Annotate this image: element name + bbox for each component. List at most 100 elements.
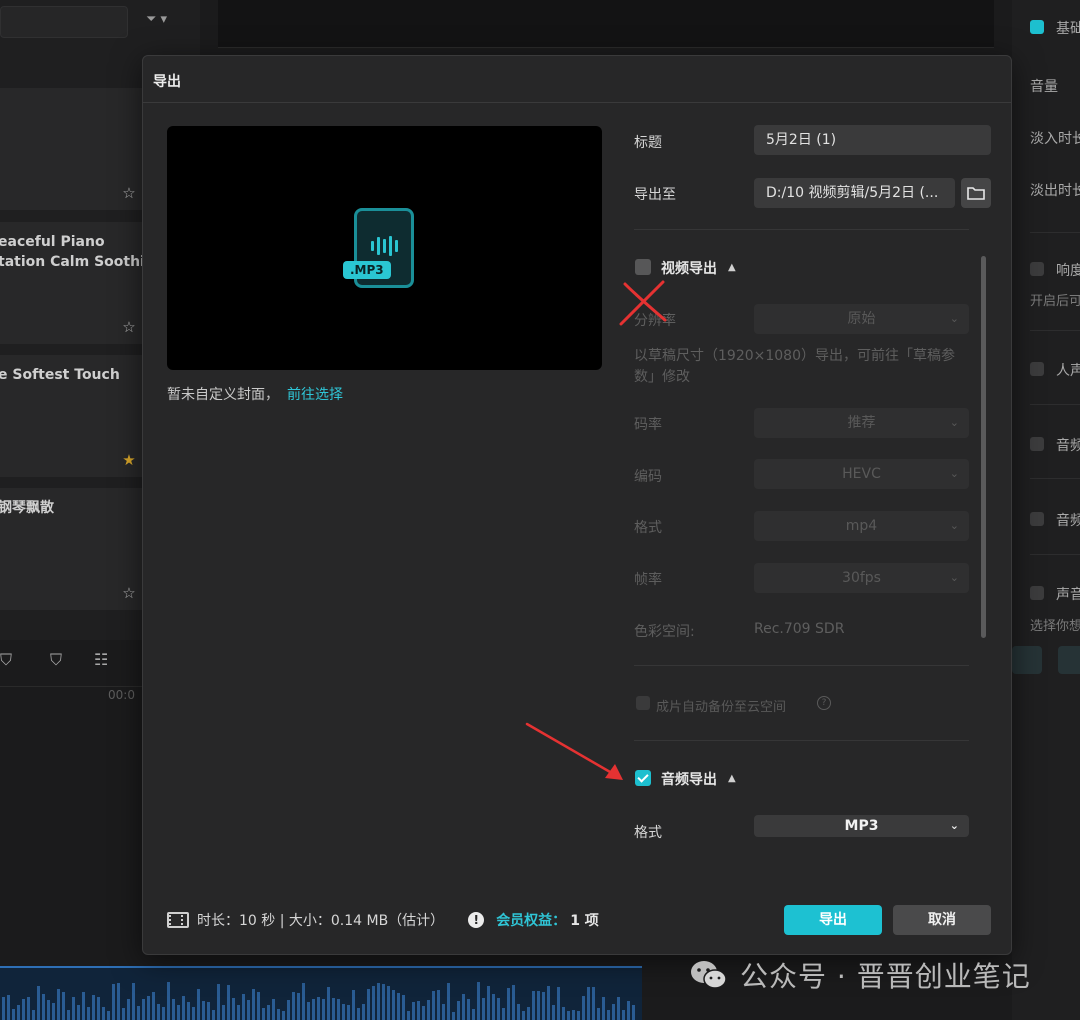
music-track-card[interactable]: ☆ bbox=[0, 88, 142, 210]
waveform-bar bbox=[252, 989, 255, 1020]
waveform-bar bbox=[232, 997, 235, 1020]
sound-label: 声音 bbox=[1056, 587, 1080, 603]
waveform-bar bbox=[612, 1003, 615, 1020]
audio-export-label: 音频导出 bbox=[661, 772, 717, 788]
fps-select[interactable]: 30fps ⌄ bbox=[754, 563, 969, 593]
video-export-checkbox[interactable] bbox=[635, 259, 651, 275]
sound-hint: 选择你想 bbox=[1030, 619, 1080, 634]
settings-scrollbar[interactable] bbox=[981, 256, 986, 638]
snap-icon[interactable] bbox=[1058, 646, 1080, 674]
waveform-bar bbox=[67, 1009, 70, 1020]
waveform-bar bbox=[617, 997, 620, 1020]
waveform-bar bbox=[342, 1004, 345, 1020]
shield-icon[interactable]: ⛉ bbox=[50, 650, 62, 670]
connect-icon[interactable] bbox=[1012, 646, 1042, 674]
title-label: 标题 bbox=[634, 135, 662, 151]
waveform-bar bbox=[382, 984, 385, 1020]
music-track-card[interactable]: e Softest Touch ★ bbox=[0, 355, 142, 477]
audio-option-checkbox[interactable] bbox=[1030, 437, 1044, 451]
fps-label: 帧率 bbox=[634, 572, 662, 588]
waveform-bar bbox=[542, 992, 545, 1020]
favorite-star-icon[interactable]: ☆ bbox=[120, 584, 138, 602]
audio-option-checkbox[interactable] bbox=[1030, 512, 1044, 526]
chevron-down-icon: ⌄ bbox=[949, 519, 959, 532]
volume-label: 音量 bbox=[1030, 79, 1058, 95]
resolution-hint: 以草稿尺寸（1920×1080）导出，可前往「草稿参数」修改 bbox=[634, 348, 955, 385]
browse-folder-button[interactable] bbox=[961, 178, 991, 208]
waveform-bar bbox=[97, 997, 100, 1020]
waveform-bar bbox=[587, 987, 590, 1020]
waveform-bar bbox=[197, 988, 200, 1020]
audio-option-label: 音频 bbox=[1056, 513, 1080, 529]
red-cross-annotation bbox=[619, 280, 667, 326]
dialog-title: 导出 bbox=[153, 74, 181, 90]
waveform-bar bbox=[242, 993, 245, 1020]
filter-dropdown[interactable]: ⏷ ▾ bbox=[146, 12, 167, 27]
cancel-button[interactable]: 取消 bbox=[893, 905, 991, 935]
codec-label: 编码 bbox=[634, 469, 662, 485]
video-format-select[interactable]: mp4 ⌄ bbox=[754, 511, 969, 541]
waveform-bar bbox=[547, 985, 550, 1020]
resolution-select[interactable]: 原始 ⌄ bbox=[754, 304, 969, 334]
waveform-bar bbox=[377, 982, 380, 1020]
waveform-bar bbox=[147, 995, 150, 1020]
chevron-down-icon: ⌄ bbox=[949, 312, 959, 325]
cover-preview[interactable]: .MP3 bbox=[167, 126, 602, 370]
waveform-bar bbox=[592, 986, 595, 1020]
divider bbox=[634, 229, 969, 230]
loudness-checkbox[interactable] bbox=[1030, 262, 1044, 276]
waveform-bar bbox=[212, 1009, 215, 1020]
favorite-star-icon[interactable]: ★ bbox=[120, 451, 138, 469]
voice-checkbox[interactable] bbox=[1030, 362, 1044, 376]
shield-split-icon[interactable]: ⛉ bbox=[0, 650, 12, 670]
export-path-input[interactable]: D:/10 视频剪辑/5月2日 (... bbox=[754, 178, 955, 208]
waveform-bar bbox=[357, 1008, 360, 1020]
codec-select[interactable]: HEVC ⌄ bbox=[754, 459, 969, 489]
bitrate-select[interactable]: 推荐 ⌄ bbox=[754, 408, 969, 438]
waveform-bar bbox=[162, 1006, 165, 1020]
waveform-bar bbox=[597, 1007, 600, 1020]
music-track-card[interactable]: 钢琴飘散 ☆ bbox=[0, 488, 142, 610]
mp3-badge: .MP3 bbox=[343, 261, 391, 279]
waveform-bar bbox=[292, 991, 295, 1020]
voice-label: 人声 bbox=[1056, 363, 1080, 379]
chevron-down-icon: ⌄ bbox=[949, 416, 959, 429]
waveform-bar bbox=[62, 992, 65, 1020]
exclamation-icon[interactable]: ! bbox=[468, 912, 485, 928]
audio-waveform-track[interactable] bbox=[0, 966, 642, 1020]
favorite-star-icon[interactable]: ☆ bbox=[120, 318, 138, 336]
collapse-caret-icon[interactable]: ▲ bbox=[728, 262, 736, 273]
collapse-caret-icon[interactable]: ▲ bbox=[728, 773, 736, 784]
waveform-bar bbox=[507, 988, 510, 1020]
waveform-bar bbox=[552, 1005, 555, 1020]
library-search-input[interactable] bbox=[0, 6, 128, 38]
waveform-bar bbox=[82, 991, 85, 1020]
waveform-bar bbox=[417, 1001, 420, 1020]
waveform-bar bbox=[107, 1010, 110, 1020]
duration-size-text: 时长：10 秒 | 大小：0.14 MB（估计） bbox=[197, 913, 445, 929]
music-track-card[interactable]: eaceful Piano tation Calm Soothin ☆ bbox=[0, 222, 142, 344]
help-icon[interactable]: ? bbox=[817, 696, 831, 710]
sound-checkbox[interactable] bbox=[1030, 586, 1044, 600]
export-to-label: 导出至 bbox=[634, 187, 676, 203]
member-benefit-label[interactable]: 会员权益： bbox=[496, 910, 566, 930]
caption-edit-icon[interactable]: ☷ bbox=[94, 650, 108, 669]
cloud-backup-checkbox[interactable] bbox=[636, 696, 650, 710]
bitrate-label: 码率 bbox=[634, 417, 662, 433]
divider bbox=[1030, 554, 1080, 555]
basic-checkbox[interactable] bbox=[1030, 20, 1044, 34]
audio-export-checkbox[interactable] bbox=[635, 770, 651, 786]
waveform-bar bbox=[262, 1007, 265, 1020]
waveform-bar bbox=[467, 998, 470, 1020]
title-input[interactable]: 5月2日 (1) bbox=[754, 125, 991, 155]
track-title: e Softest Touch bbox=[0, 367, 120, 383]
waveform-bar bbox=[607, 1010, 610, 1020]
export-button[interactable]: 导出 bbox=[784, 905, 882, 935]
audio-format-select[interactable]: MP3 ⌄ bbox=[754, 815, 969, 837]
waveform-bar bbox=[72, 997, 75, 1020]
waveform-bar bbox=[367, 989, 370, 1020]
waveform-bar bbox=[517, 1004, 520, 1020]
choose-cover-link[interactable]: 前往选择 bbox=[287, 387, 343, 403]
favorite-star-icon[interactable]: ☆ bbox=[120, 184, 138, 202]
player-panel bbox=[218, 0, 994, 48]
